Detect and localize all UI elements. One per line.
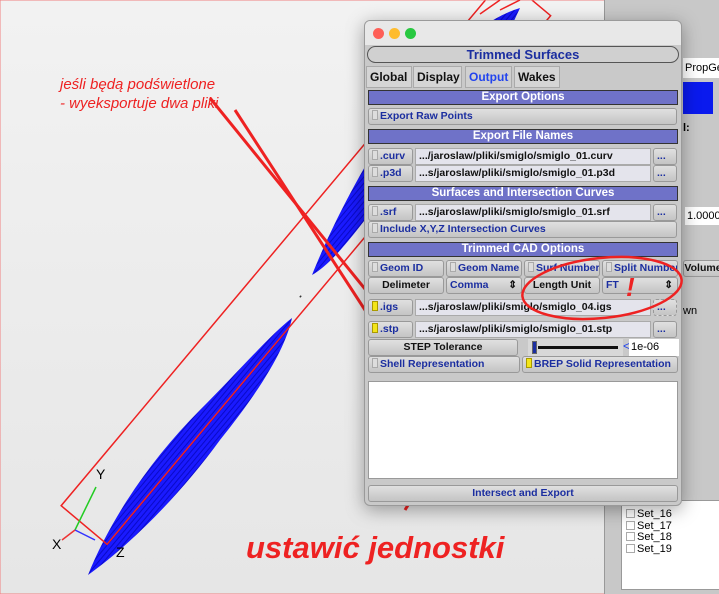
bg-color-swatch[interactable] [683,82,713,114]
brep-representation-toggle[interactable]: BREP Solid Representation [522,356,678,373]
tab-wakes[interactable]: Wakes [514,66,560,88]
delimiter-select[interactable]: Comma ⇕ [446,277,522,294]
p3d-toggle[interactable]: .p3d [368,165,413,182]
bg-volume-button[interactable]: Volume [683,260,719,277]
export-file-names-header: Export File Names [368,129,678,144]
igs-browse-button[interactable]: ... [653,299,677,316]
srf-browse-button[interactable]: ... [653,204,677,221]
trimmed-cad-header: Trimmed CAD Options [368,242,678,257]
srf-path-field[interactable]: ...s/jaroslaw/pliki/smiglo/smiglo_01.srf [415,204,651,221]
axis-triad [61,486,97,541]
stp-path-field[interactable]: ...s/jaroslaw/pliki/smiglo/smiglo_01.stp [415,321,651,338]
updown-icon: ⇕ [508,279,517,291]
geom-name-toggle[interactable]: Geom Name [446,260,522,277]
export-raw-points-toggle[interactable]: Export Raw Points [368,108,677,125]
length-unit-label: Length Unit [524,277,600,294]
minimize-icon[interactable] [389,28,400,39]
axis-label-x: X [52,536,62,552]
updown-icon: ⇕ [664,279,673,291]
zoom-icon[interactable] [405,28,416,39]
bg-scale-field[interactable]: 1.0000 [685,207,719,225]
set-list[interactable]: Set_16 Set_17 Set_18 Set_19 [621,500,719,590]
slider-handle[interactable] [532,341,537,354]
annotation-note: jeśli będą podświetlone - wyeksportuje d… [60,75,218,113]
tab-output[interactable]: Output [465,66,512,88]
delimiter-label: Delimeter [368,277,444,294]
length-unit-select[interactable]: FT ⇕ [602,277,678,294]
step-tolerance-slider[interactable] [528,339,623,356]
dialog-title: Trimmed Surfaces [367,46,679,63]
split-number-toggle[interactable]: Split Number [602,260,678,277]
set-item[interactable]: Set_19 [626,543,719,556]
igs-path-field[interactable]: ...s/jaroslaw/pliki/smiglo/smiglo_04.igs [415,299,651,316]
stp-toggle[interactable]: .stp [368,321,413,338]
srf-toggle[interactable]: .srf [368,204,413,221]
export-options-header: Export Options [368,90,678,105]
curv-browse-button[interactable]: ... [653,148,677,165]
include-xyz-toggle[interactable]: Include X,Y,Z Intersection Curves [368,221,677,238]
bg-name-field[interactable]: PropGe [683,58,719,78]
bg-text: wn [683,305,698,317]
tab-global[interactable]: Global [366,66,412,88]
step-tolerance-input[interactable]: 1e-06 [629,339,679,356]
stp-browse-button[interactable]: ... [653,321,677,338]
geom-id-toggle[interactable]: Geom ID [368,260,444,277]
curv-toggle[interactable]: .curv [368,148,413,165]
axis-label-y: Y [96,466,106,482]
output-log[interactable] [368,381,678,479]
annotation-exclaim: ! [626,272,635,302]
surfaces-header: Surfaces and Intersection Curves [368,186,678,201]
axis-label-z: Z [116,544,125,560]
annotation-big: ustawić jednostki [246,530,505,565]
p3d-path-field[interactable]: ...s/jaroslaw/pliki/smiglo/smiglo_01.p3d [415,165,651,182]
close-icon[interactable] [373,28,384,39]
trimmed-surfaces-dialog: Trimmed Surfaces Global Display Output W… [364,20,682,506]
step-tolerance-label: STEP Tolerance [368,339,518,356]
shell-representation-toggle[interactable]: Shell Representation [368,356,520,373]
annotation-line-2: - wyeksportuje dwa pliki [60,95,219,112]
annotation-line-1: jeśli będą podświetlone [60,76,216,93]
bg-label: l: [683,122,690,134]
surf-number-toggle[interactable]: Surf Number [524,260,600,277]
igs-toggle[interactable]: .igs [368,299,413,316]
intersect-and-export-button[interactable]: Intersect and Export [368,485,678,502]
p3d-browse-button[interactable]: ... [653,165,677,182]
curv-path-field[interactable]: .../jaroslaw/pliki/smiglo/smiglo_01.curv [415,148,651,165]
tab-display[interactable]: Display [413,66,462,88]
title-bar[interactable] [365,21,681,45]
